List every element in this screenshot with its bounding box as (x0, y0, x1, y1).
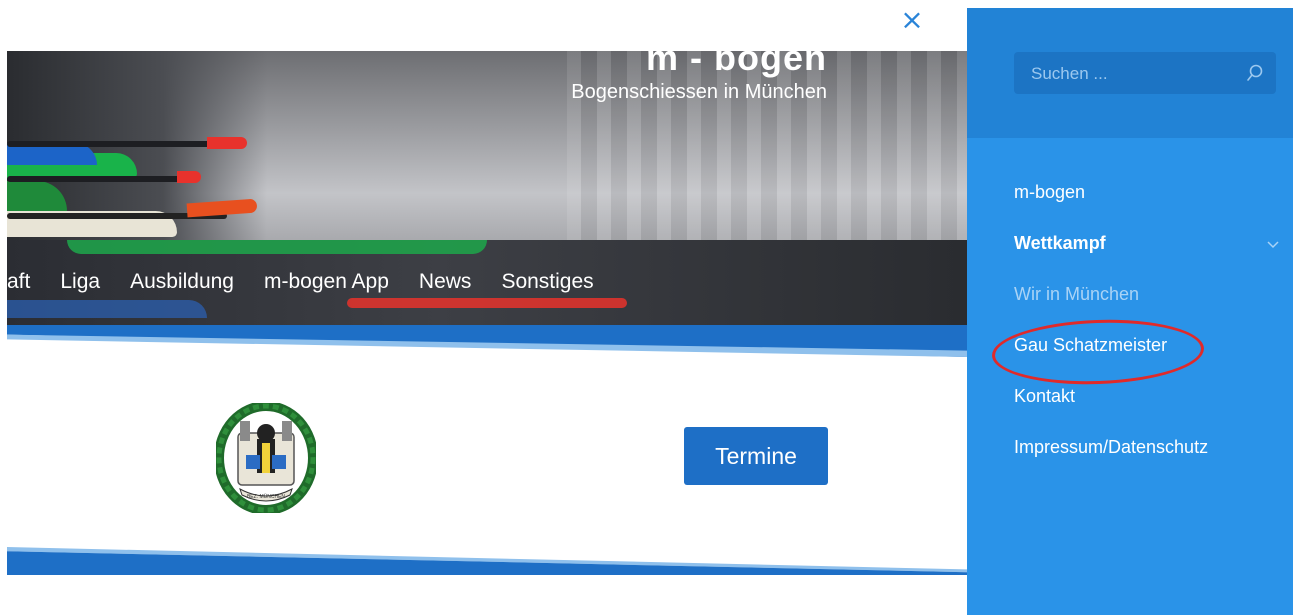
close-menu-icon[interactable]: × (898, 6, 926, 34)
site-title[interactable]: m - bogen (646, 51, 827, 79)
header-image: m - bogen Bogenschiessen in München (7, 51, 967, 241)
nav-item-liga[interactable]: Liga (60, 270, 100, 294)
nav-item-m-bogen-app[interactable]: m-bogen App (264, 270, 389, 294)
sidebar-item-label: Wir in München (1014, 284, 1140, 304)
chevron-down-icon[interactable] (1266, 237, 1280, 251)
nav-item-news[interactable]: News (419, 270, 472, 294)
arrow-shaft (7, 141, 237, 147)
offcanvas-sidebar: m-bogen Wettkampf Wir in München Gau Sch… (967, 8, 1293, 615)
sidebar-item-m-bogen[interactable]: m-bogen (1014, 178, 1280, 229)
search-icon[interactable] (1246, 64, 1264, 82)
emblem-ribbon-text: BEZ. MÜNCHEN (247, 493, 285, 500)
sidebar-item-impressum-datenschutz[interactable]: Impressum/Datenschutz (1014, 433, 1280, 484)
nav-item-mannschaft[interactable]: aft (7, 270, 30, 294)
search-input[interactable] (1029, 52, 1240, 96)
nav-background-nock (347, 298, 627, 308)
nav-background-fletching (67, 240, 487, 254)
arrow-nock-red (177, 171, 201, 183)
termine-button[interactable]: Termine (684, 427, 828, 485)
nav-item-ausbildung[interactable]: Ausbildung (130, 270, 234, 294)
nav-background-fletching (7, 300, 207, 318)
hero-background-shelves (567, 51, 967, 241)
main-page: m - bogen Bogenschiessen in München aft … (0, 0, 967, 615)
site-tagline: Bogenschiessen in München (571, 81, 827, 103)
sidebar-item-wettkampf[interactable]: Wettkampf (1014, 229, 1280, 280)
arrow-shaft (7, 176, 197, 182)
sidebar-item-kontakt[interactable]: Kontakt (1014, 382, 1280, 433)
nav-menu: aft Liga Ausbildung m-bogen App News Son… (7, 270, 624, 294)
nav-item-sonstiges[interactable]: Sonstiges (501, 270, 593, 294)
sidebar-search-area (967, 8, 1293, 138)
sidebar-item-label: m-bogen (1014, 182, 1086, 202)
arrow-nock-red (207, 137, 247, 149)
bezirk-muenchen-emblem[interactable]: BEZ. MÜNCHEN (216, 403, 316, 513)
main-navigation: aft Liga Ausbildung m-bogen App News Son… (7, 240, 967, 325)
sidebar-item-label: Kontakt (1014, 386, 1076, 406)
sidebar-item-label: Impressum/Datenschutz (1014, 437, 1209, 457)
sidebar-item-label: Wettkampf (1014, 233, 1106, 253)
search-field[interactable] (1014, 52, 1276, 96)
